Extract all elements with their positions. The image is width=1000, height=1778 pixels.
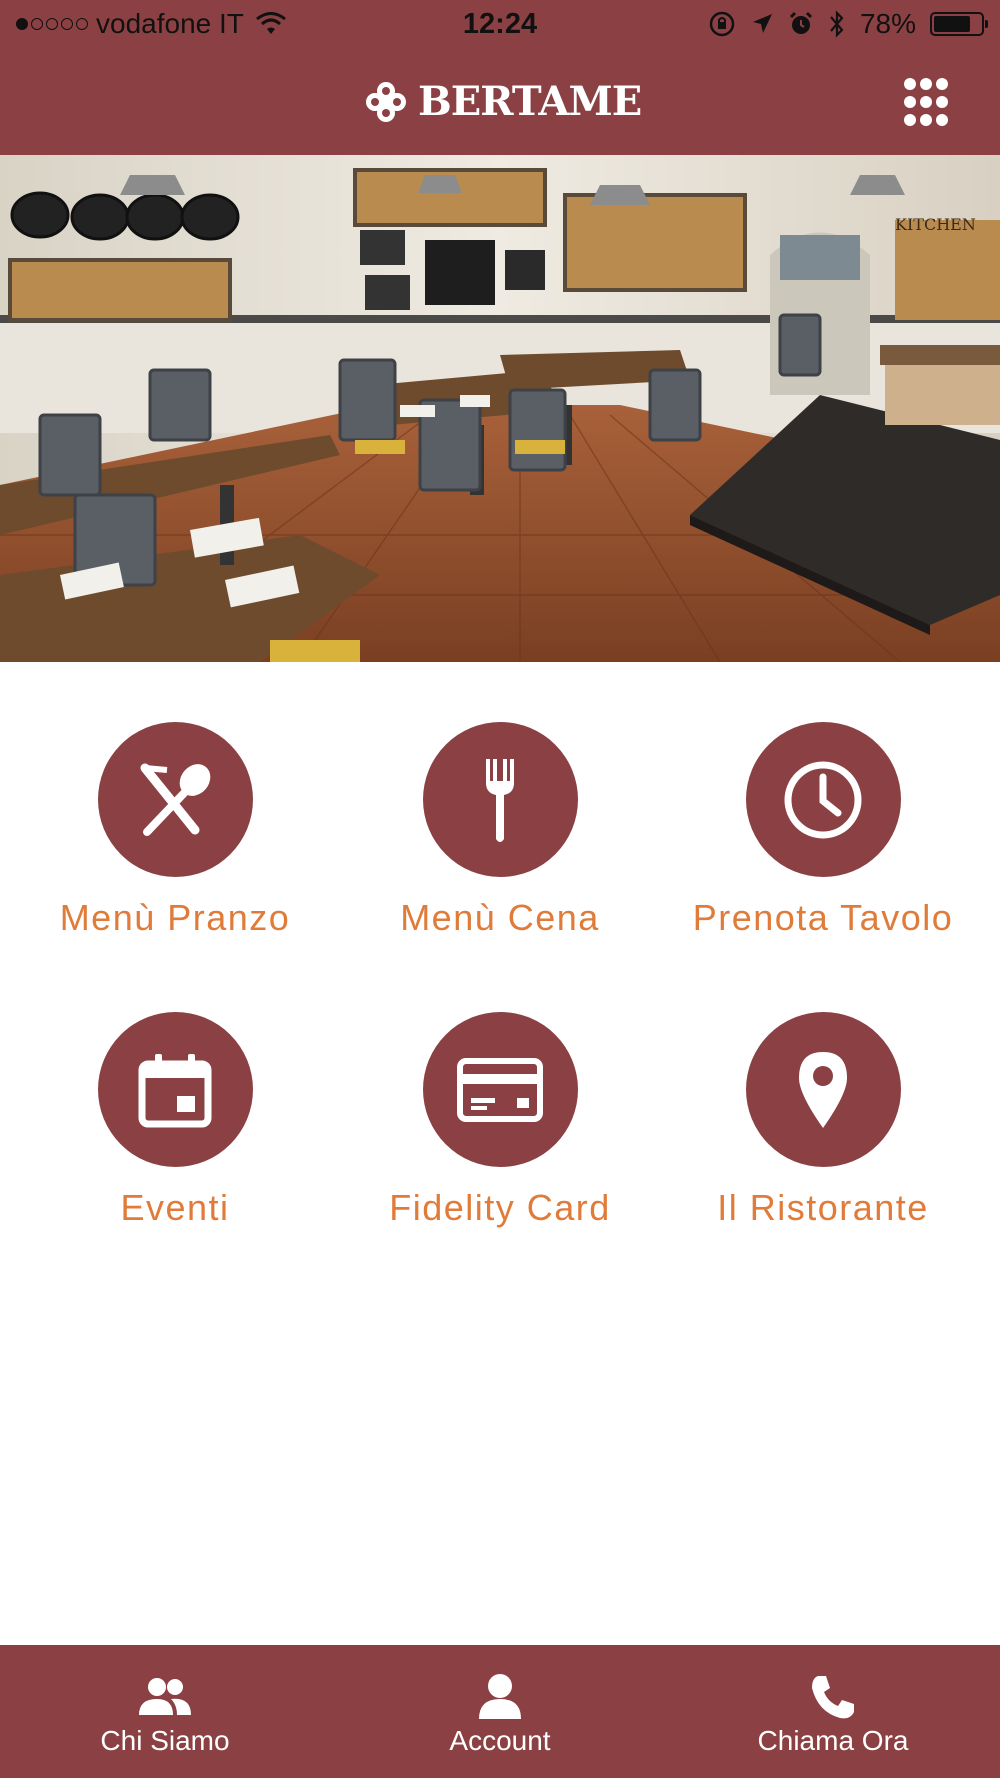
calendar-icon [138,1053,212,1127]
tile-menu-cena[interactable]: Menù Cena [335,722,665,952]
clock-icon [784,761,862,838]
logo-flower-icon [366,81,406,122]
nav-chiama-ora-label: Chiama Ora [757,1725,909,1756]
person-icon [479,1674,521,1719]
alarm-icon [789,11,813,34]
cutlery-cross-icon [140,763,211,836]
battery-percent: 78% [859,8,916,39]
kitchen-sign: KITCHEN [895,215,976,234]
location-arrow-icon [752,14,772,33]
tile-prenota-tavolo[interactable]: Prenota Tavolo [658,722,988,952]
tile-eventi-label: Eventi [120,1187,230,1228]
tile-menu-cena-label: Menù Cena [400,897,600,938]
status-right: 78% [708,8,988,40]
tile-fidelity-card-label: Fidelity Card [389,1187,611,1228]
brand-logo[interactable]: BERTAME [364,78,642,125]
logo-text: BERTAME [418,78,642,125]
tile-menu-pranzo-circle[interactable] [97,722,253,877]
location-pin-icon [799,1051,847,1128]
tile-il-ristorante-circle[interactable] [745,1012,901,1167]
grid-menu-button[interactable] [904,78,954,128]
phone-icon [812,1676,854,1719]
people-icon [139,1678,191,1715]
tile-il-ristorante-label: Il Ristorante [717,1187,929,1228]
tile-prenota-tavolo-label: Prenota Tavolo [692,897,954,938]
tile-eventi[interactable]: Eventi [10,1012,340,1242]
app-header: BERTAME [0,60,1000,146]
tile-prenota-tavolo-circle[interactable] [745,722,901,877]
nav-chi-siamo[interactable]: Chi Siamo [60,1645,270,1778]
top-bar: vodafone IT 12:24 78% BERTAME [0,0,1000,155]
tile-eventi-circle[interactable] [97,1012,253,1167]
tile-fidelity-card[interactable]: Fidelity Card [335,1012,665,1242]
rotation-lock-icon [709,11,735,37]
tile-menu-pranzo[interactable]: Menù Pranzo [10,722,340,952]
tile-fidelity-card-circle[interactable] [422,1012,578,1167]
status-bar: vodafone IT 12:24 78% [0,0,1000,50]
nav-account-label: Account [449,1725,551,1756]
tile-il-ristorante[interactable]: Il Ristorante [658,1012,988,1242]
bluetooth-icon [830,10,844,38]
bottom-nav: Chi Siamo Account Chiama Ora [0,1645,1000,1778]
nav-account[interactable]: Account [395,1645,605,1778]
fork-icon [486,758,514,842]
tile-menu-pranzo-label: Menù Pranzo [59,897,291,938]
hero-image: KITCHEN [0,155,1000,662]
credit-card-icon [457,1057,543,1122]
nav-chiama-ora[interactable]: Chiama Ora [728,1645,938,1778]
tile-menu-cena-circle[interactable] [422,722,578,877]
nav-chi-siamo-label: Chi Siamo [100,1725,230,1756]
battery-icon [930,12,988,36]
